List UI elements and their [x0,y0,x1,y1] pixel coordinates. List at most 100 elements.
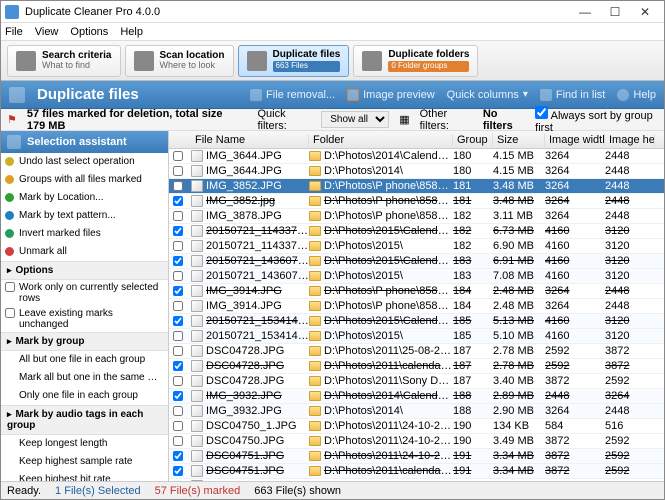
sidebar-item[interactable]: Keep highest sample rate [1,453,168,471]
grid-body[interactable]: IMG_3644.JPGD:\Photos\2014\Calendar 2014… [169,149,664,481]
table-row[interactable]: IMG_3878.JPGD:\Photos\P phone\858HDJE5\1… [169,209,664,224]
table-row[interactable]: IMG_3644.JPGD:\Photos\2014\Calendar 2014… [169,149,664,164]
row-checkbox[interactable] [173,301,183,311]
table-row[interactable]: DSC04728.JPGD:\Photos\2011\25-08-2011\18… [169,344,664,359]
table-row[interactable]: DSC04728.JPGD:\Photos\2011\Sony DSC\1873… [169,374,664,389]
row-checkbox[interactable] [173,361,183,371]
sidebar-item[interactable]: Groups with all files marked [1,171,168,189]
status-selected: 1 File(s) Selected [55,485,141,497]
row-checkbox[interactable] [173,196,183,206]
close-button[interactable]: ✕ [630,3,660,21]
menu-help[interactable]: Help [120,26,143,38]
file-grid: File Name Folder Group Size Image width … [169,131,664,481]
sidebar-item[interactable]: Mark by Location... [1,189,168,207]
table-row[interactable]: IMG_3914.JPGD:\Photos\P phone\858HDJE5\1… [169,299,664,314]
color-dot-icon [5,211,14,220]
color-dot-icon [5,247,14,256]
table-row[interactable]: 20150721_114337.jpgD:\Photos\2015\Calend… [169,224,664,239]
link-find-in-list[interactable]: Find in list [540,89,606,101]
row-checkbox[interactable] [173,391,183,401]
sidebar-item[interactable]: Keep highest bit rate [1,471,168,481]
sidebar-item[interactable]: Invert marked files [1,225,168,243]
row-checkbox[interactable] [173,271,183,281]
maximize-button[interactable]: ☐ [600,3,630,21]
app-icon [5,5,19,19]
col-folder[interactable]: Folder [309,134,453,146]
sidebar-header: Selection assistant [1,131,168,153]
toolbar-duplicate-files[interactable]: Duplicate files663 Files [238,45,350,77]
row-checkbox[interactable] [173,211,183,221]
table-row[interactable]: 20150721_114337.jpgD:\Photos\2015\1826.9… [169,239,664,254]
row-checkbox[interactable] [173,241,183,251]
toolbar-duplicate-folders[interactable]: Duplicate folders0 Folder groups [353,45,478,77]
sort-by-group[interactable]: Always sort by group first [535,106,658,134]
table-row[interactable]: DSC04750_1.JPGD:\Photos\2011\24-10-2011\… [169,419,664,434]
table-row[interactable]: 20150721_153414.jpgD:\Photos\2015\Calend… [169,314,664,329]
filter-next-icon[interactable]: ▦ [399,113,409,126]
table-row[interactable]: 20150721_143607.jpgD:\Photos\2015\Calend… [169,254,664,269]
row-checkbox[interactable] [173,466,183,476]
col-size[interactable]: Size [493,134,545,146]
link-image-preview[interactable]: Image preview [347,89,435,101]
folder-icon [309,466,321,476]
table-row[interactable]: IMG_3644.JPGD:\Photos\2014\1804.15 MB326… [169,164,664,179]
sidebar-item[interactable]: Mark by text pattern... [1,207,168,225]
row-checkbox[interactable] [173,331,183,341]
table-row[interactable]: IMG_3932.JPGD:\Photos\2014\1882.90 MB326… [169,404,664,419]
status-ready: Ready. [7,485,41,497]
col-filename[interactable]: File Name [191,134,309,146]
row-checkbox[interactable] [173,421,183,431]
menu-options[interactable]: Options [70,26,108,38]
table-row[interactable]: DSC04751.JPGD:\Photos\2011\calendar\oct\… [169,464,664,479]
row-checkbox[interactable] [173,151,183,161]
table-row[interactable]: IMG_3932.JPGD:\Photos\2014\Calendar 2014… [169,389,664,404]
table-row[interactable]: 20150721_153414.jpgD:\Photos\2015\1855.1… [169,329,664,344]
row-checkbox[interactable] [173,226,183,236]
col-group[interactable]: Group [453,134,493,146]
link-help[interactable]: Help [617,89,656,101]
row-checkbox[interactable] [173,451,183,461]
menu-file[interactable]: File [5,26,23,38]
sidebar-item[interactable]: Keep longest length [1,435,168,453]
file-icon [191,180,203,192]
sidebar-option[interactable]: Leave existing marks unchanged [1,306,168,332]
row-checkbox[interactable] [173,376,183,386]
sidebar-item[interactable]: Undo last select operation [1,153,168,171]
sidebar-item[interactable]: All but one file in each group [1,351,168,369]
sidebar-option[interactable]: Work only on currently selected rows [1,280,168,306]
row-checkbox[interactable] [173,346,183,356]
folder-icon [309,211,321,221]
toolbar-scan-location[interactable]: Scan locationWhere to look [125,45,234,77]
table-row[interactable]: IMG_3852.JPGD:\Photos\P phone\858HDJE5\1… [169,179,664,194]
table-row[interactable]: 20150721_143607.jpgD:\Photos\2015\1837.0… [169,269,664,284]
menu-view[interactable]: View [35,26,59,38]
sidebar-item[interactable]: Unmark all [1,243,168,261]
sidebar-item[interactable]: Mark all but one in the same group and f… [1,369,168,387]
row-checkbox[interactable] [173,286,183,296]
minimize-button[interactable]: — [570,3,600,21]
table-row[interactable]: IMG_3914.JPGD:\Photos\P phone\858HDJE5\1… [169,284,664,299]
row-checkbox[interactable] [173,256,183,266]
row-checkbox[interactable] [173,436,183,446]
folder-icon [309,151,321,161]
row-checkbox[interactable] [173,166,183,176]
table-row[interactable]: DSC04750.JPGD:\Photos\2011\24-10-2011\19… [169,434,664,449]
table-row[interactable]: DSC04751.JPGD:\Photos\2011\24-10-2011\19… [169,449,664,464]
row-checkbox[interactable] [173,316,183,326]
link-file-removal[interactable]: File removal... [250,89,335,101]
link-quick-columns[interactable]: Quick columns ▾ [447,89,528,101]
section-options[interactable]: Options [1,261,168,280]
table-row[interactable]: DSC04728.JPGD:\Photos\2011\calendar\sept… [169,359,664,374]
row-checkbox[interactable] [173,181,183,191]
table-row[interactable]: IMG_3852.jpgD:\Photos\P phone\858HDJE5\1… [169,194,664,209]
toolbar-search-criteria[interactable]: Search criteriaWhat to find [7,45,121,77]
sidebar-section-header[interactable]: Mark by group [1,332,168,351]
sidebar-item[interactable]: Only one file in each group [1,387,168,405]
row-checkbox[interactable] [173,406,183,416]
sidebar-section-header[interactable]: Mark by audio tags in each group [1,405,168,435]
status-marked: 57 File(s) marked [155,485,241,497]
quickfilters-select[interactable]: Show all [321,111,389,128]
col-image-height[interactable]: Image height [605,134,655,146]
col-image-width[interactable]: Image width [545,134,605,146]
folder-icon [309,271,321,281]
